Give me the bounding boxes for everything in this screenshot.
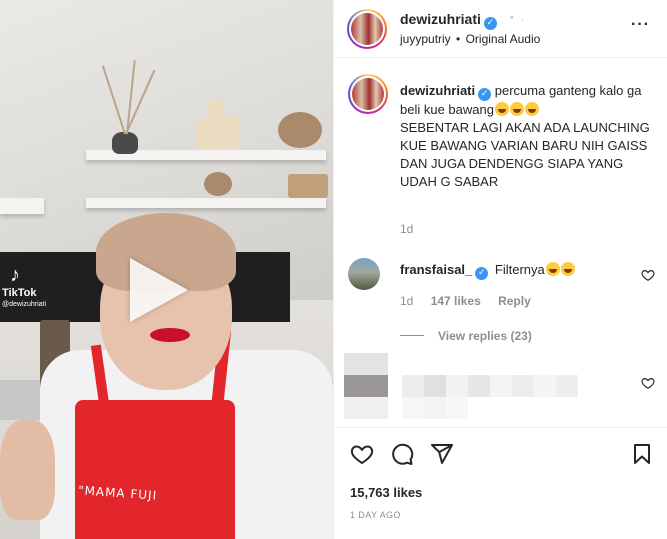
play-icon[interactable] [130,258,188,322]
tiktok-watermark: ♪ TikTok @dewizuhriati [2,265,46,308]
tiktok-note-icon: ♪ [10,264,20,286]
reply-button[interactable]: Reply [498,294,531,308]
more-dots-icon[interactable]: ··· [631,16,650,34]
view-replies-label: View replies (23) [438,329,532,343]
comment-time: 1d [400,294,414,308]
header-user-row: dewizuhriati ✓ [400,11,497,30]
comment-likes[interactable]: 147 likes [431,294,481,308]
comment-icon[interactable] [390,442,414,466]
separator: • [456,32,461,46]
tiktok-handle: @dewizuhriati [2,301,47,308]
left-shelf [0,198,44,214]
view-replies-button[interactable]: View replies (23) [400,329,532,343]
jar [224,116,240,150]
verified-badge-icon: ✓ [483,17,497,30]
verified-badge-icon: ✓ [478,88,492,101]
heart-icon[interactable] [350,442,374,466]
jar [208,100,224,150]
laugh-emoji-icon [545,262,560,276]
post-date: 1 DAY AGO [350,510,401,520]
likes-count[interactable]: 15,763 likes [350,485,422,500]
share-icon[interactable] [430,442,454,466]
basket [288,174,328,198]
audio-user[interactable]: juyyputriy [400,32,451,46]
comment-heart-icon[interactable] [641,268,655,282]
comment-text-row: fransfaisal_ ✓ Filternya [400,262,575,280]
laugh-emoji-icon [560,262,575,276]
author-avatar[interactable] [347,9,387,49]
commenter-username[interactable]: fransfaisal_ [400,262,472,277]
bookmark-icon[interactable] [630,442,654,466]
verified-badge-icon: ✓ [475,267,489,280]
commenter-avatar[interactable] [348,258,380,290]
cutting-board [278,112,322,148]
tiktok-brand: TikTok [2,287,37,299]
red-apron [75,400,235,539]
hand [0,420,55,520]
vase [112,132,138,154]
post-details-panel: dewizuhriati ✓ • . juyyputriy • Original … [333,0,667,539]
comment-heart-icon[interactable] [641,376,655,390]
audio-label[interactable]: Original Audio [466,32,541,46]
caption-text: dewizuhriati ✓ percuma ganteng kalo ga be… [400,82,650,191]
cutting-board [204,172,232,196]
separator-dots: • . [510,12,526,24]
comment-text: Filternya [494,262,545,277]
post-video[interactable]: "MAMA FUJI ♪ TikTok @dewizuhriati [0,0,333,539]
comment-meta: 1d 147 likes Reply [400,294,545,308]
caption-time: 1d [400,222,414,236]
author-username[interactable]: dewizuhriati [400,11,481,27]
post-header: dewizuhriati ✓ • . juyyputriy • Original … [334,0,667,58]
lips [150,328,190,342]
audio-info: juyyputriy • Original Audio [400,32,540,46]
post-actions: 15,763 likes 1 DAY AGO [334,427,667,539]
rofl-emoji-icon [509,102,524,116]
rofl-emoji-icon [524,102,539,116]
middle-shelf [86,198,326,208]
rofl-emoji-icon [494,102,509,116]
caption-username[interactable]: dewizuhriati [400,83,475,98]
caption-body: SEBENTAR LAGI AKAN ADA LAUNCHING KUE BAW… [400,120,650,189]
caption-avatar[interactable] [348,74,388,114]
pixelated-comment [344,353,644,419]
